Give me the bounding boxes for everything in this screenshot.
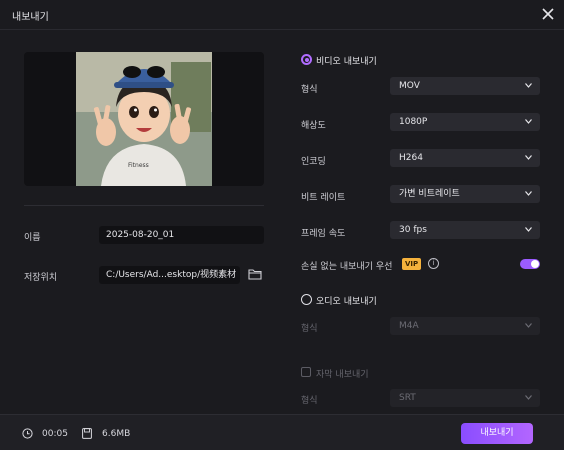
subtitle-format-value: SRT <box>399 393 416 403</box>
audio-format-label: 형식 <box>301 324 318 334</box>
bitrate-select[interactable]: 가변 비트레이트 <box>390 185 540 203</box>
chevron-down-icon <box>525 155 532 160</box>
chevron-down-icon <box>525 191 532 196</box>
format-label: 형식 <box>301 85 318 95</box>
resolution-value: 1080P <box>399 117 428 127</box>
subtitle-export-checkbox[interactable] <box>301 367 311 377</box>
encoding-value: H264 <box>399 153 423 163</box>
subtitle-export-label: 자막 내보내기 <box>316 370 369 380</box>
chevron-down-icon <box>525 395 532 400</box>
subtitle-format-select[interactable]: SRT <box>390 389 540 407</box>
bitrate-label: 비트 레이트 <box>301 193 346 203</box>
framerate-select[interactable]: 30 fps <box>390 221 540 239</box>
file-size-text: 6.6MB <box>102 429 131 439</box>
chevron-down-icon <box>525 83 532 88</box>
video-preview: Fitness <box>24 52 264 186</box>
location-label: 저장위치 <box>24 273 58 283</box>
video-export-label: 비디오 내보내기 <box>316 57 377 67</box>
folder-icon[interactable] <box>248 268 262 280</box>
preview-divider <box>24 205 264 206</box>
chevron-down-icon <box>525 323 532 328</box>
audio-export-radio[interactable] <box>301 294 312 305</box>
audio-format-value: M4A <box>399 321 419 331</box>
vip-badge: VIP <box>402 258 422 270</box>
footer-bar: 00:05 6.6MB 내보내기 <box>0 414 564 450</box>
name-input[interactable]: 2025-08-20_01 <box>99 226 264 244</box>
location-input[interactable]: C:/Users/Ad...esktop/视频素材 <box>99 266 240 284</box>
duration-text: 00:05 <box>42 429 68 439</box>
video-export-radio[interactable] <box>301 54 312 65</box>
format-value: MOV <box>399 81 420 91</box>
bitrate-value: 가변 비트레이트 <box>399 189 460 199</box>
encoding-select[interactable]: H264 <box>390 149 540 167</box>
svg-text:Fitness: Fitness <box>128 162 149 169</box>
framerate-label: 프레임 속도 <box>301 229 346 239</box>
encoding-label: 인코딩 <box>301 157 326 167</box>
clock-icon <box>22 428 33 439</box>
resolution-select[interactable]: 1080P <box>390 113 540 131</box>
window-title: 내보내기 <box>12 12 49 23</box>
audio-format-select[interactable]: M4A <box>390 317 540 335</box>
preview-thumbnail: Fitness <box>76 52 212 186</box>
name-label: 이름 <box>24 233 41 243</box>
format-select[interactable]: MOV <box>390 77 540 95</box>
title-bar: 내보내기 <box>0 0 564 30</box>
chevron-down-icon <box>525 119 532 124</box>
file-size-icon <box>82 428 92 439</box>
framerate-value: 30 fps <box>399 225 427 235</box>
export-button[interactable]: 내보내기 <box>461 423 533 444</box>
info-icon[interactable]: i <box>428 258 439 269</box>
subtitle-format-label: 형식 <box>301 396 318 406</box>
lossless-toggle[interactable] <box>520 259 540 269</box>
audio-export-label: 오디오 내보내기 <box>316 297 377 307</box>
close-icon[interactable] <box>540 6 556 22</box>
resolution-label: 해상도 <box>301 121 326 131</box>
chevron-down-icon <box>525 227 532 232</box>
lossless-label: 손실 없는 내보내기 우선 <box>301 262 393 272</box>
